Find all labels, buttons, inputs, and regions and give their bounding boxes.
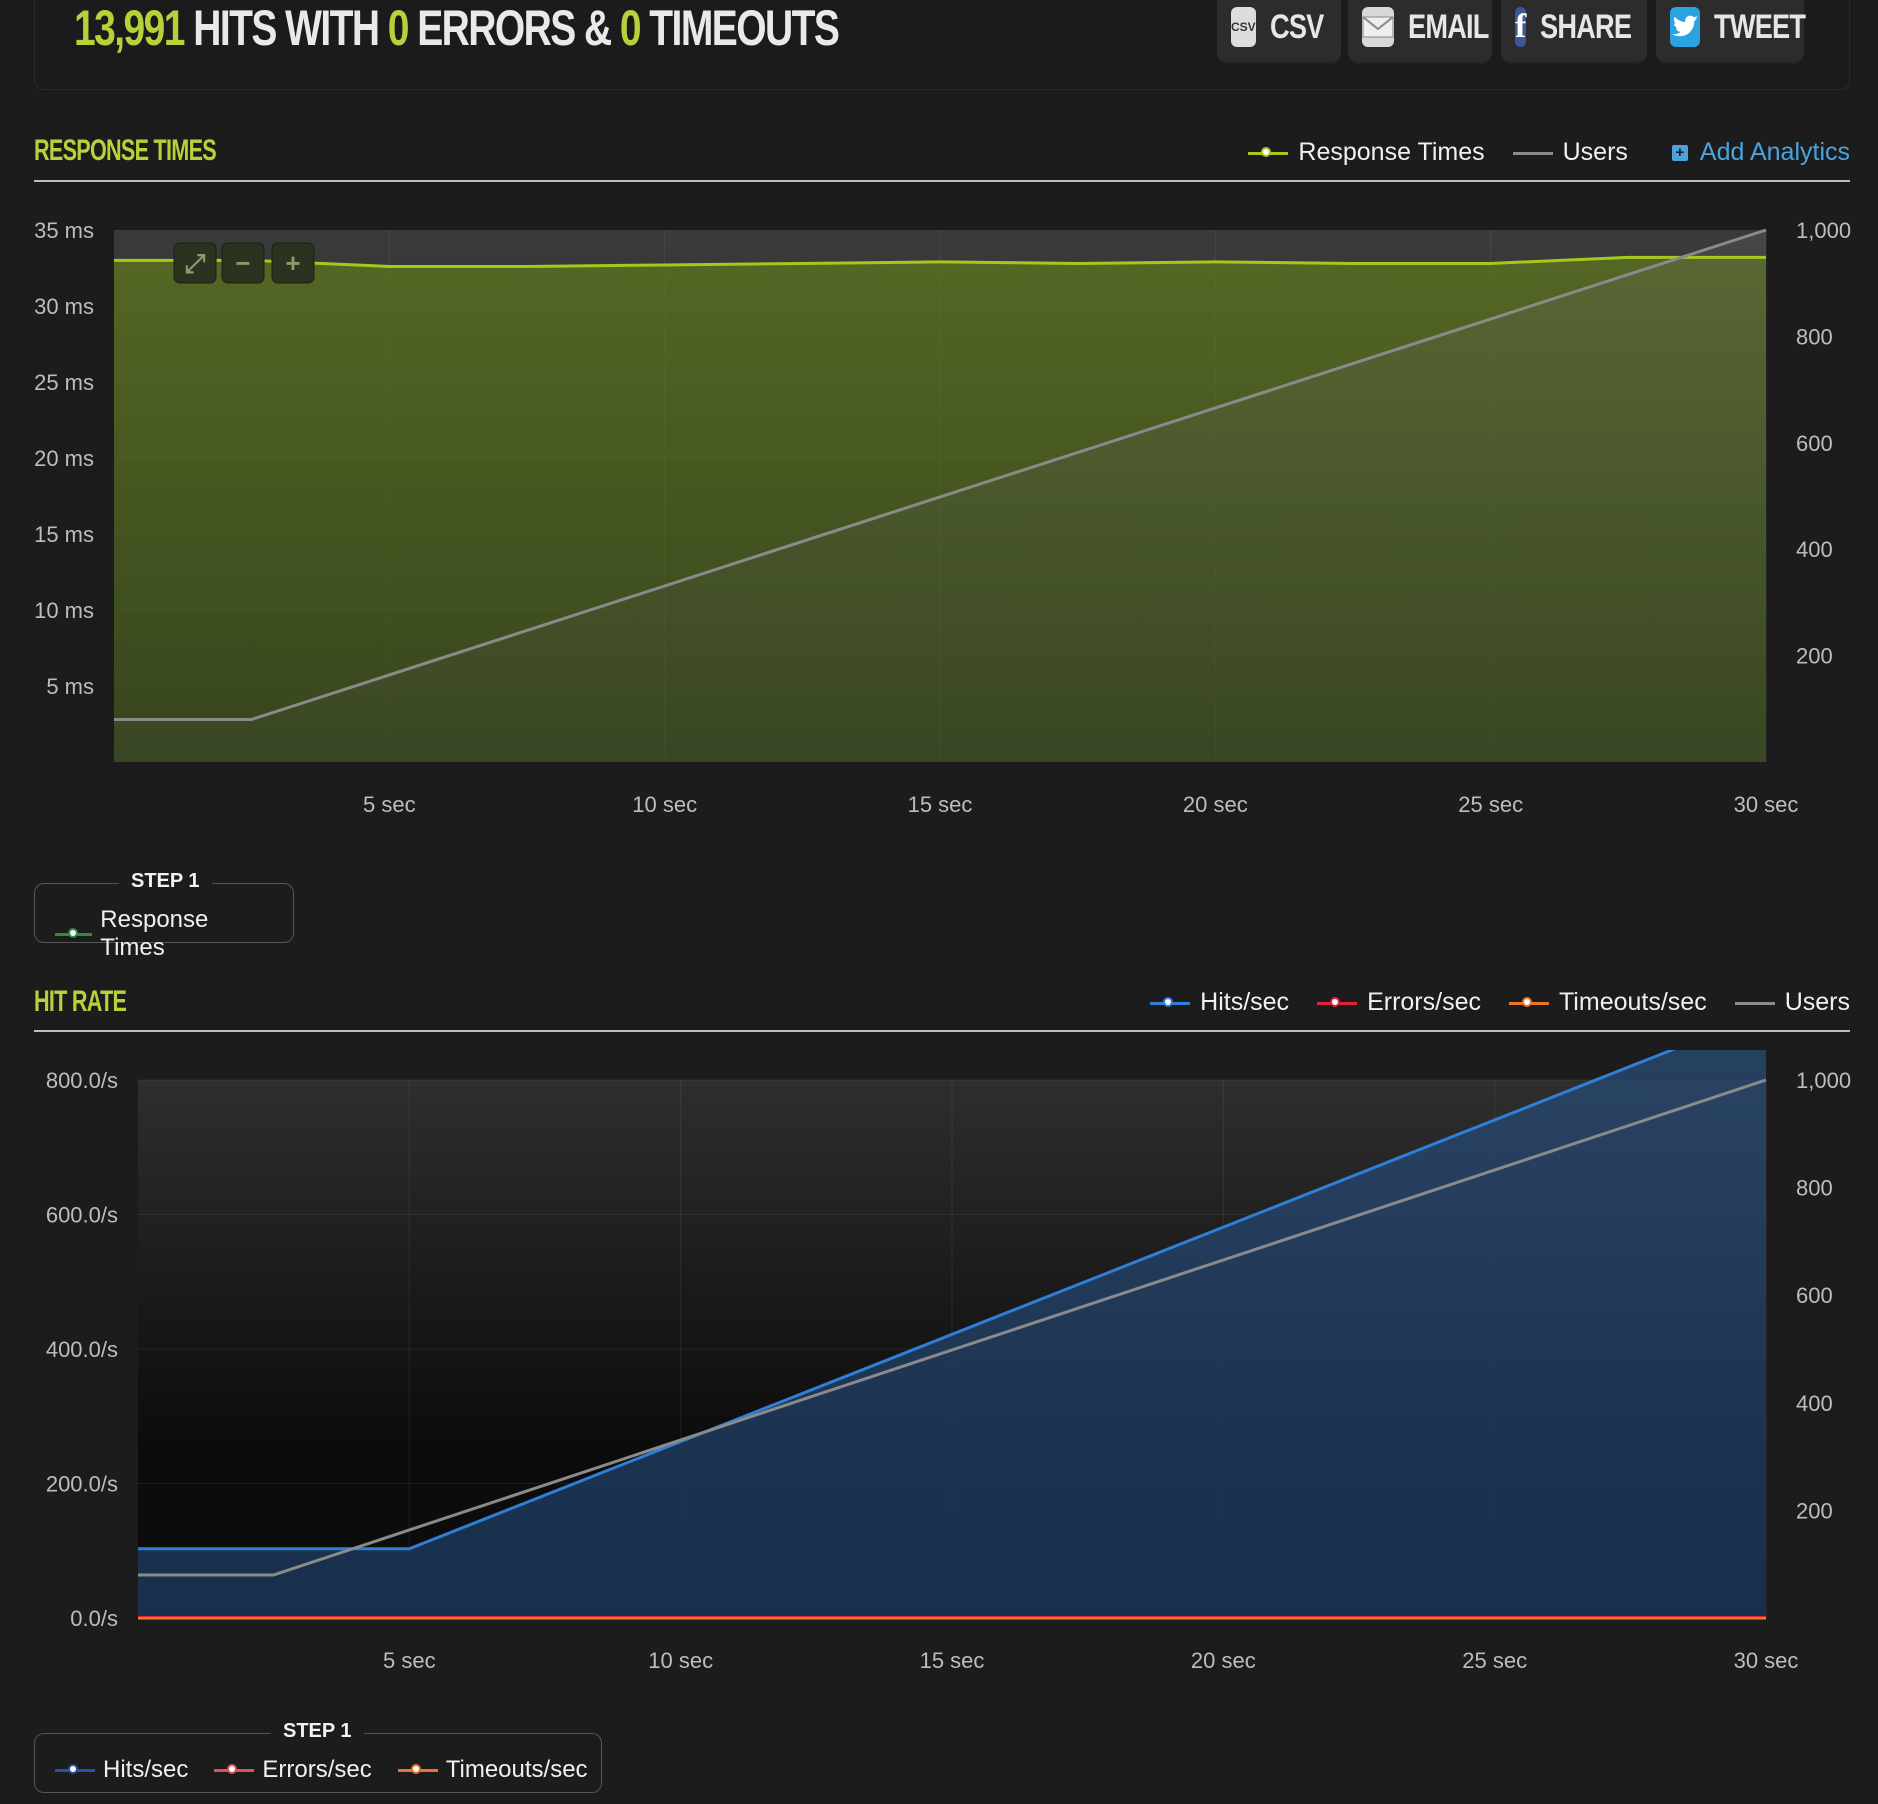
response-times-divider bbox=[34, 180, 1850, 182]
response-times-chart[interactable]: 5 ms 10 ms 15 ms 20 ms 25 ms 30 ms 35 ms 200 400… bbox=[0, 200, 1878, 840]
legend-errors-label: Errors/sec bbox=[1367, 988, 1481, 1016]
add-analytics-link[interactable]: + Add Analytics bbox=[1671, 138, 1850, 167]
x-tick-label: 15 sec bbox=[908, 792, 973, 817]
x-tick-label: 10 sec bbox=[632, 792, 697, 817]
x-tick-label: 5 sec bbox=[363, 792, 416, 817]
y2-tick-label: 200 bbox=[1796, 1498, 1833, 1523]
x-tick-label: 20 sec bbox=[1191, 1648, 1256, 1673]
svg-text:−: − bbox=[235, 248, 250, 278]
legend-hit-users[interactable]: Users bbox=[1734, 988, 1850, 1017]
y-tick-label: 800.0/s bbox=[46, 1068, 118, 1093]
zoom-out-icon[interactable]: − bbox=[221, 242, 265, 284]
envelope-icon bbox=[1362, 7, 1394, 47]
step-legend-hits[interactable]: Hits/sec bbox=[55, 1756, 188, 1784]
email-button-label: EMAIL bbox=[1408, 7, 1489, 46]
y2-tick-label: 600 bbox=[1796, 431, 1833, 456]
legend-users-label: Users bbox=[1562, 138, 1628, 166]
plus-icon: + bbox=[1671, 144, 1688, 161]
share-button-label: SHARE bbox=[1540, 7, 1632, 46]
hit-rate-legend: Hits/sec Errors/sec Timeouts/sec Users bbox=[1122, 988, 1850, 1017]
expand-icon[interactable]: ⤢ bbox=[173, 242, 217, 284]
y-tick-label: 400.0/s bbox=[46, 1337, 118, 1362]
y-tick-label: 25 ms bbox=[34, 370, 94, 395]
legend-hit-users-label: Users bbox=[1784, 988, 1850, 1016]
hit-step-title: STEP 1 bbox=[271, 1720, 364, 1743]
y2-tick-label: 800 bbox=[1796, 324, 1833, 349]
errors-count: 0 bbox=[387, 0, 410, 56]
step-legend-hits-label: Hits/sec bbox=[103, 1756, 189, 1783]
x-tick-label: 30 sec bbox=[1734, 792, 1799, 817]
legend-hits-label: Hits/sec bbox=[1200, 988, 1290, 1016]
y2-tick-label: 1,000 bbox=[1796, 1068, 1851, 1093]
step-legend-errors[interactable]: Errors/sec bbox=[214, 1756, 372, 1784]
legend-users[interactable]: Users bbox=[1512, 138, 1628, 167]
csv-button[interactable]: CSV CSV bbox=[1217, 0, 1341, 64]
y-tick-label: 35 ms bbox=[34, 218, 94, 243]
y2-tick-label: 200 bbox=[1796, 644, 1833, 669]
step-legend-response-times[interactable]: Response Times bbox=[55, 906, 267, 962]
x-tick-label: 20 sec bbox=[1183, 792, 1248, 817]
legend-errors-per-sec[interactable]: Errors/sec bbox=[1317, 988, 1481, 1017]
x-tick-label: 15 sec bbox=[920, 1648, 985, 1673]
step-legend-errors-label: Errors/sec bbox=[262, 1756, 372, 1783]
hits-with-label: HITS WITH bbox=[193, 0, 380, 56]
y-tick-label: 30 ms bbox=[34, 294, 94, 319]
step-legend-response-times-label: Response Times bbox=[100, 906, 209, 961]
legend-timeouts-label: Timeouts/sec bbox=[1558, 988, 1707, 1016]
y2-tick-label: 800 bbox=[1796, 1176, 1833, 1201]
x-tick-label: 10 sec bbox=[648, 1648, 713, 1673]
add-analytics-label: Add Analytics bbox=[1699, 138, 1850, 166]
x-tick-label: 5 sec bbox=[383, 1648, 436, 1673]
share-button[interactable]: f SHARE bbox=[1501, 0, 1647, 64]
hit-rate-divider bbox=[34, 1030, 1850, 1032]
y2-tick-label: 1,000 bbox=[1796, 218, 1851, 243]
csv-icon: CSV bbox=[1231, 7, 1256, 47]
y-tick-label: 5 ms bbox=[46, 674, 94, 699]
svg-text:+: + bbox=[285, 248, 300, 278]
legend-timeouts-per-sec[interactable]: Timeouts/sec bbox=[1508, 988, 1707, 1017]
svg-text:⤢: ⤢ bbox=[185, 248, 206, 278]
hits-count: 13,991 bbox=[74, 0, 185, 56]
step-legend-timeouts[interactable]: Timeouts/sec bbox=[397, 1756, 588, 1784]
facebook-icon: f bbox=[1515, 7, 1527, 47]
response-step-title: STEP 1 bbox=[119, 870, 212, 893]
y2-tick-label: 600 bbox=[1796, 1283, 1833, 1308]
twitter-icon bbox=[1670, 7, 1700, 47]
response-times-legend: Response Times Users + Add Analytics bbox=[1220, 138, 1850, 167]
csv-button-label: CSV bbox=[1269, 7, 1324, 46]
y2-tick-label: 400 bbox=[1796, 537, 1833, 562]
step-legend-timeouts-label: Timeouts/sec bbox=[445, 1756, 588, 1783]
timeouts-count: 0 bbox=[619, 0, 642, 56]
x-tick-label: 25 sec bbox=[1458, 792, 1523, 817]
hit-step-legend: STEP 1 Hits/sec Errors/sec Timeouts/sec bbox=[34, 1720, 602, 1793]
y-tick-label: 20 ms bbox=[34, 446, 94, 471]
response-step-legend: STEP 1 Response Times bbox=[34, 870, 294, 961]
y-tick-label: 200.0/s bbox=[46, 1472, 118, 1497]
y-tick-label: 10 ms bbox=[34, 598, 94, 623]
y2-tick-label: 400 bbox=[1796, 1391, 1833, 1416]
y-tick-label: 0.0/s bbox=[70, 1606, 118, 1631]
legend-hits-per-sec[interactable]: Hits/sec bbox=[1150, 988, 1289, 1017]
tweet-button[interactable]: TWEET bbox=[1656, 0, 1806, 64]
hit-rate-chart[interactable]: 0.0/s 200.0/s 400.0/s 600.0/s 800.0/s 200 400 6… bbox=[0, 1050, 1878, 1690]
y-tick-label: 15 ms bbox=[34, 522, 94, 547]
email-button[interactable]: EMAIL bbox=[1348, 0, 1492, 64]
zoom-in-icon[interactable]: + bbox=[271, 242, 315, 284]
tweet-button-label: TWEET bbox=[1714, 7, 1806, 46]
hit-rate-title: HIT RATE bbox=[34, 985, 127, 1018]
errors-label: ERRORS & bbox=[417, 0, 612, 56]
y-tick-label: 600.0/s bbox=[46, 1203, 118, 1228]
timeouts-label: TIMEOUTS bbox=[649, 0, 840, 56]
hits-summary-headline: 13,991 HITS WITH 0 ERRORS & 0 TIMEOUTS bbox=[74, 0, 840, 56]
response-times-title: RESPONSE TIMES bbox=[34, 134, 217, 167]
x-tick-label: 30 sec bbox=[1734, 1648, 1799, 1673]
legend-response-times-label: Response Times bbox=[1298, 138, 1485, 166]
legend-response-times[interactable]: Response Times bbox=[1248, 138, 1485, 167]
x-tick-label: 25 sec bbox=[1462, 1648, 1527, 1673]
